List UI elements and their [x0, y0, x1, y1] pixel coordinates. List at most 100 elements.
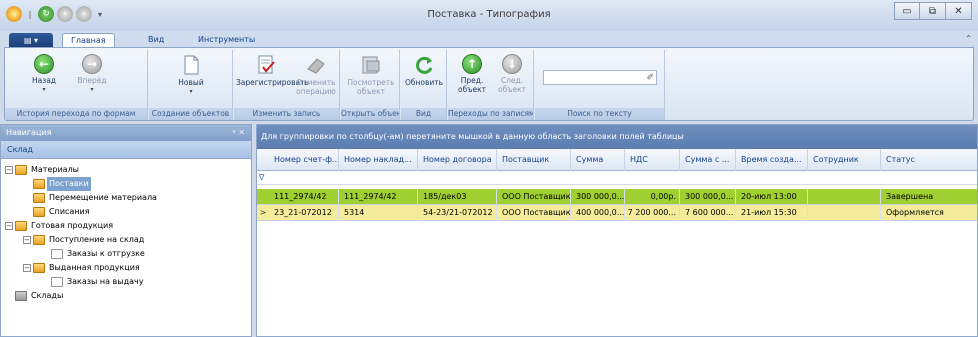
tree-item-label: Перемещение материала — [49, 193, 157, 202]
table-cell: 300 000,0... — [680, 189, 736, 205]
eraser-icon — [305, 54, 327, 76]
column-header[interactable]: Сотрудник — [808, 149, 881, 171]
navigation-tree: − Материалы Поставки Перемещение материала С… — [1, 159, 251, 303]
navigation-section[interactable]: Склад — [1, 141, 251, 159]
next-object-button[interactable]: ↓ След. объект — [492, 54, 532, 94]
dropdown-icon: ▾ — [42, 86, 46, 93]
tree-item[interactable]: Склады — [1, 289, 251, 303]
tree-item[interactable]: Заказы на выдачу — [1, 275, 251, 289]
tree-item[interactable]: − Выданная продукция — [1, 261, 251, 275]
navigation-header: Навигация ᵠ ✕ — [1, 125, 251, 141]
group-by-area[interactable]: Для группировки по столбцу(-ам) перетяни… — [257, 125, 977, 149]
column-header[interactable]: Сумма — [571, 149, 625, 171]
register-label: Зарегистрировать — [236, 78, 309, 87]
table-cell — [808, 189, 881, 205]
folder-icon — [33, 179, 45, 189]
application-window: | ↻ ‹ › ▾ Поставка - Типография ▭ ⧉ ✕ ▤ … — [0, 0, 978, 337]
table-cell: 111_2974/42 — [339, 189, 418, 205]
table-cell: 54-23/21-072012 — [418, 205, 497, 221]
document-icon — [51, 249, 63, 259]
table-row[interactable]: 111_2974/42 111_2974/42 185/дек03 ООО Поста… — [257, 189, 977, 205]
collapse-icon[interactable]: − — [23, 236, 31, 244]
table-cell: 7 200 000... — [625, 205, 680, 221]
back-label: Назад — [31, 76, 56, 85]
tree-item[interactable]: − Готовая продукция — [1, 219, 251, 233]
collapse-icon[interactable]: − — [5, 166, 13, 174]
table-cell: 20-июл 13:00 — [736, 189, 808, 205]
forward-arrow-icon: → — [82, 54, 102, 74]
column-header[interactable]: Поставщик — [497, 149, 571, 171]
refresh-label: Обновить — [404, 78, 444, 87]
tree-item[interactable]: Списания — [1, 205, 251, 219]
collapse-icon[interactable]: − — [5, 222, 13, 230]
back-button[interactable]: ← Назад ▾ — [19, 54, 69, 94]
tree-item-label: Списания — [49, 207, 90, 216]
ribbon-collapse-icon[interactable]: ⌃ — [965, 34, 972, 43]
tab-view[interactable]: Вид — [140, 33, 172, 47]
eraser-search-icon[interactable]: ✐ — [646, 73, 654, 83]
cancel-operation-button[interactable]: Отменить операцию — [292, 54, 340, 96]
tab-tools[interactable]: Инструменты — [190, 33, 263, 47]
group-history: ← Назад ▾ → Вперёд ▾ История перехода по… — [5, 50, 148, 120]
column-header[interactable]: Номер договора — [418, 149, 497, 171]
grid-header: Номер счет-ф... Номер наклад... Номер дого… — [257, 149, 977, 171]
column-header[interactable]: Время созда... — [736, 149, 808, 171]
forward-button[interactable]: → Вперёд ▾ — [67, 54, 117, 94]
dropdown-icon: ▾ — [189, 88, 193, 95]
minimize-icon: ▭ — [902, 5, 912, 17]
tree-item[interactable]: Поставки — [1, 177, 251, 191]
navigation-title: Навигация — [6, 128, 52, 137]
table-cell: 400 000,0... — [571, 205, 625, 221]
tree-item[interactable]: − Поступление на склад — [1, 233, 251, 247]
folder-icon — [33, 263, 45, 273]
minimize-button[interactable]: ▭ — [894, 2, 920, 20]
arrow-up-icon: ↑ — [462, 54, 482, 74]
group-create-label: Создание объектов — [149, 108, 232, 120]
grid-rows: 111_2974/42 111_2974/42 185/дек03 ООО Поста… — [257, 185, 977, 221]
new-label: Новый — [178, 78, 204, 87]
pin-close-icon[interactable]: ᵠ ✕ — [232, 125, 245, 141]
data-grid: Для группировки по столбцу(-ам) перетяни… — [256, 124, 978, 337]
column-header[interactable]: Номер счет-ф... — [269, 149, 339, 171]
tree-item[interactable]: Перемещение материала — [1, 191, 251, 205]
maximize-button[interactable]: ⧉ — [920, 2, 946, 20]
navigation-panel: Навигация ᵠ ✕ Склад − Материалы Поставки Пе… — [0, 124, 252, 337]
tree-item[interactable]: − Материалы — [1, 163, 251, 177]
column-header[interactable]: Номер наклад... — [339, 149, 418, 171]
register-button[interactable]: Зарегистрировать — [236, 54, 309, 87]
tab-home[interactable]: Главная — [62, 33, 115, 47]
table-cell: 7 600 000... — [680, 205, 736, 221]
filter-icon[interactable]: ∇ — [259, 173, 264, 182]
tree-item-label: Материалы — [31, 165, 79, 174]
group-create: Новый ▾ Создание объектов — [149, 50, 233, 120]
tree-item-label: Заказы к отгрузке — [67, 249, 145, 258]
column-header[interactable]: НДС — [625, 149, 680, 171]
tree-item-label: Склады — [31, 291, 64, 300]
column-header[interactable]: Статус — [881, 149, 978, 171]
prev-object-button[interactable]: ↑ Пред. объект — [452, 54, 492, 94]
refresh-icon — [413, 54, 435, 76]
table-row[interactable]: >23_21-072012 5314 54-23/21-072012 ООО Пост… — [257, 205, 977, 221]
table-cell: 5314 — [339, 205, 418, 221]
new-button[interactable]: Новый ▾ — [166, 54, 216, 96]
tree-item[interactable]: Заказы к отгрузке — [1, 247, 251, 261]
ribbon-tabs: ▤ ▾ Главная Вид Инструменты ⌃ — [0, 31, 978, 47]
forward-label: Вперёд — [77, 76, 107, 85]
refresh-button[interactable]: Обновить — [403, 54, 445, 87]
table-cell: 185/дек03 — [418, 189, 497, 205]
app-menu-button[interactable]: ▤ ▾ — [9, 33, 53, 47]
view-object-button[interactable]: Посмотреть объект — [344, 54, 398, 96]
column-header[interactable]: Сумма с ... — [680, 149, 736, 171]
filter-row[interactable]: ∇ — [257, 171, 977, 185]
folder-icon — [33, 207, 45, 217]
arrow-down-icon: ↓ — [502, 54, 522, 74]
tree-item-label: Заказы на выдачу — [67, 277, 144, 286]
tree-item-label: Поставки — [47, 177, 91, 191]
tree-item-label: Поступление на склад — [49, 235, 145, 244]
folder-icon — [33, 193, 45, 203]
cancel-label-1: Отменить — [296, 78, 336, 87]
close-button[interactable]: ✕ — [946, 2, 972, 20]
search-input[interactable]: ✐ — [543, 70, 657, 85]
collapse-icon[interactable]: − — [23, 264, 31, 272]
new-document-icon — [180, 54, 202, 76]
